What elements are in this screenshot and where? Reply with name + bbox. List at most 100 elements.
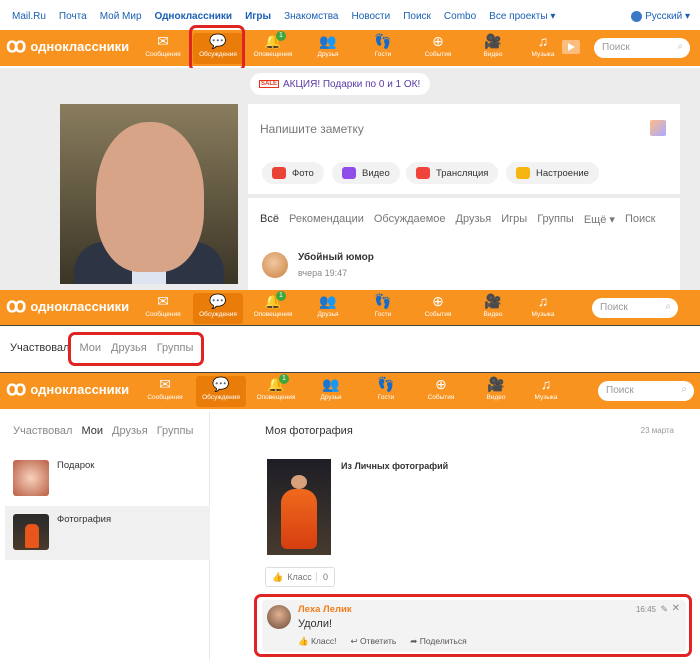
feed-tab[interactable]: Рекомендации xyxy=(289,213,364,226)
nav-music[interactable]: ♫ Музыка xyxy=(518,33,568,64)
nav-guests[interactable]: 👣 Гости xyxy=(358,293,408,324)
avatar[interactable] xyxy=(262,252,288,278)
post-photo[interactable] xyxy=(267,459,331,555)
portal-link[interactable]: Мой Мир xyxy=(100,11,142,22)
broadcast-button[interactable]: Трансляция xyxy=(406,162,499,184)
portal-link[interactable]: Знакомства xyxy=(284,11,338,22)
tab-participated[interactable]: Участвовал xyxy=(13,425,72,437)
search-input[interactable]: Поиск ⌕ xyxy=(598,381,694,401)
notification-badge: 1 xyxy=(279,374,289,384)
brand-name: одноклассники xyxy=(30,381,130,397)
nav-events[interactable]: ⊕ События xyxy=(413,33,463,64)
note-input[interactable]: Напишите заметку xyxy=(260,122,364,136)
profile-photo[interactable] xyxy=(60,104,238,284)
nav-label: События xyxy=(424,311,452,318)
nav-notifications[interactable]: 🔔 1 Оповещения xyxy=(248,291,298,324)
search-icon: ⌕ xyxy=(665,301,671,312)
ok-logo[interactable]: ꝏ одноклассники xyxy=(6,36,129,56)
search-placeholder: Поиск xyxy=(606,385,634,396)
promo-banner[interactable]: SALE АКЦИЯ! Подарки по 0 и 1 ОК! xyxy=(250,73,430,95)
nav-messages[interactable]: ✉ Сообщения xyxy=(138,33,188,64)
note-card: Напишите заметку Фото Видео Трансляция Н… xyxy=(248,104,680,194)
ok-logo[interactable]: ꝏ одноклассники xyxy=(6,379,129,399)
nav-notifications[interactable]: 🔔 1 Оповещения xyxy=(248,31,298,64)
portal-link[interactable]: Поиск xyxy=(403,11,431,22)
feed-tab[interactable]: Обсуждаемое xyxy=(374,213,446,226)
photo-button[interactable]: Фото xyxy=(262,162,324,184)
nav-label: Обсуждения xyxy=(202,394,240,401)
nav-music[interactable]: ♫ Музыка xyxy=(518,293,568,324)
nav-friends[interactable]: 👥 Друзья xyxy=(306,376,356,407)
search-placeholder: Поиск xyxy=(600,302,628,313)
nav-friends[interactable]: 👥 Друзья xyxy=(303,33,353,64)
tab-participated[interactable]: Участвовал xyxy=(10,342,69,354)
tab-friends[interactable]: Друзья xyxy=(112,425,148,437)
video-icon xyxy=(342,167,356,179)
feed-tab[interactable]: Группы xyxy=(537,213,574,226)
feed-post[interactable]: Убойный юмор вчера 19:47 xyxy=(262,252,374,278)
nav-friends[interactable]: 👥 Друзья xyxy=(303,293,353,324)
portal-link[interactable]: Mail.Ru xyxy=(12,11,46,22)
post-title[interactable]: Убойный юмор xyxy=(298,252,374,263)
nav-messages[interactable]: ✉ Сообщения xyxy=(140,376,190,407)
portal-link[interactable]: Combo xyxy=(444,11,476,22)
search-input[interactable]: Поиск ⌕ xyxy=(592,298,678,318)
portal-links: Mail.Ru Почта Мой Мир Одноклассники Игры… xyxy=(12,11,555,22)
like-button[interactable]: 👍 Класс 0 xyxy=(265,567,335,587)
brand-name: одноклассники xyxy=(30,38,130,54)
photo-upload-icon[interactable] xyxy=(650,120,666,136)
nav-label: Оповещения xyxy=(253,51,293,58)
list-item-selected[interactable]: Фотография xyxy=(5,506,210,560)
list-item-title: Фотография xyxy=(57,514,112,525)
portal-link[interactable]: Новости xyxy=(351,11,390,22)
music-note-icon: ♫ xyxy=(537,33,549,49)
tab-groups[interactable]: Группы xyxy=(157,425,194,437)
nav-guests[interactable]: 👣 Гости xyxy=(358,33,408,64)
nav-label: Видео xyxy=(486,394,506,401)
tab-mine[interactable]: Мои xyxy=(81,425,103,437)
language-selector[interactable]: Русский ▾ xyxy=(631,11,690,22)
nav-label: Музыка xyxy=(531,51,555,58)
video-button[interactable]: Видео xyxy=(332,162,400,184)
player-icon[interactable] xyxy=(562,40,580,54)
nav-events[interactable]: ⊕ События xyxy=(416,376,466,407)
portal-link[interactable]: Почта xyxy=(59,11,87,22)
feed-search[interactable]: Поиск xyxy=(625,213,655,226)
nav-music[interactable]: ♫ Музыка xyxy=(521,376,571,407)
feed-tabs: Всё Рекомендации Обсуждаемое Друзья Игры… xyxy=(260,213,655,226)
nav-label: Обсуждения xyxy=(199,311,237,318)
nav-discussions[interactable]: 💬 Обсуждения xyxy=(196,376,246,407)
post-time: вчера 19:47 xyxy=(298,268,348,278)
search-placeholder: Поиск xyxy=(602,42,630,53)
nav-notifications[interactable]: 🔔 1 Оповещения xyxy=(251,374,301,407)
footprints-icon: 👣 xyxy=(374,293,392,309)
friends-icon: 👥 xyxy=(319,293,337,309)
nav-video[interactable]: 🎥 Видео xyxy=(468,33,518,64)
nav-events[interactable]: ⊕ События xyxy=(413,293,463,324)
discussion-title[interactable]: Моя фотография xyxy=(265,425,353,437)
nav-messages[interactable]: ✉ Сообщения xyxy=(138,293,188,324)
feed-tab[interactable]: Игры xyxy=(501,213,527,226)
nav-video[interactable]: 🎥 Видео xyxy=(471,376,521,407)
nav-label: События xyxy=(427,394,455,401)
portal-link[interactable]: Все проекты ▾ xyxy=(489,11,555,22)
feed-tab[interactable]: Друзья xyxy=(456,213,492,226)
portal-link[interactable]: Игры xyxy=(245,11,271,22)
photo-thumbnail xyxy=(13,514,49,550)
feed-tab[interactable]: Ещё ▾ xyxy=(584,213,615,226)
nav-label: Видео xyxy=(483,311,503,318)
feed-tab[interactable]: Всё xyxy=(260,213,279,226)
portal-bar: Mail.Ru Почта Мой Мир Одноклассники Игры… xyxy=(0,0,700,32)
nav-guests[interactable]: 👣 Гости xyxy=(361,376,411,407)
search-input[interactable]: Поиск ⌕ xyxy=(594,38,690,58)
mood-button[interactable]: Настроение xyxy=(506,162,599,184)
chat-bubbles-icon: 💬 xyxy=(212,376,230,392)
ok-logo[interactable]: ꝏ одноклассники xyxy=(6,296,129,316)
video-camera-icon: 🎥 xyxy=(484,293,502,309)
nav-label: Музыка xyxy=(531,311,555,318)
list-item[interactable]: Подарок xyxy=(5,452,210,508)
portal-link[interactable]: Одноклассники xyxy=(155,11,233,22)
photo-caption[interactable]: Из Личных фотографий xyxy=(341,461,448,471)
nav-discussions[interactable]: 💬 Обсуждения xyxy=(193,293,243,324)
nav-video[interactable]: 🎥 Видео xyxy=(468,293,518,324)
